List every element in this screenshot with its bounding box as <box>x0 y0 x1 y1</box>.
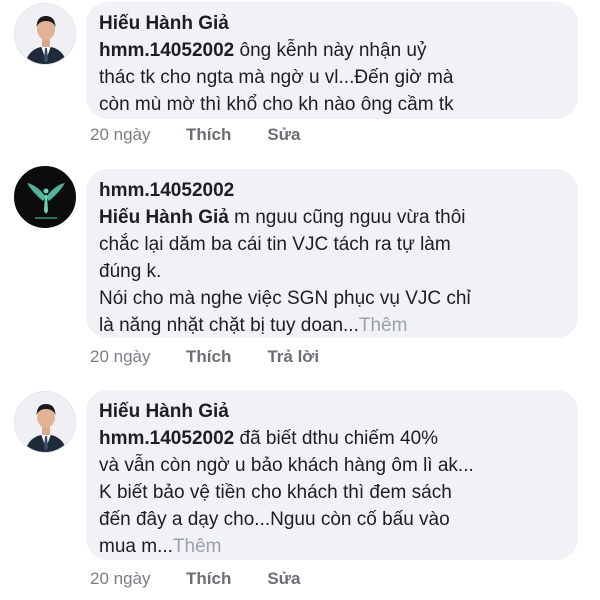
comment-text: Hiếu Hành Giả m nguu cũng nguu vừa thôi … <box>99 204 564 339</box>
comment-timestamp: 20 ngày <box>90 125 151 144</box>
comment-timestamp: 20 ngày <box>90 347 151 366</box>
comment-text-line: ông kễnh này nhận uỷ <box>234 40 427 61</box>
like-button[interactable]: Thích <box>186 569 231 589</box>
comment-text-line: còn mù mờ thì khổ cho kh nào ông cầm tk <box>99 94 454 115</box>
like-button[interactable]: Thích <box>186 347 231 367</box>
edit-button[interactable]: Sửa <box>267 125 300 145</box>
comment-text-line: mua m... <box>99 536 173 557</box>
see-more-link[interactable]: Thêm <box>173 536 222 557</box>
comment-text-line: và vẫn còn ngờ u bảo khách hàng ôm lì ak… <box>99 455 474 476</box>
avatar[interactable] <box>14 391 76 453</box>
avatar[interactable] <box>14 166 76 228</box>
see-more-link[interactable]: Thêm <box>359 315 408 336</box>
comment-bubble: hmm.14052002 Hiếu Hành Giả m nguu cũng n… <box>86 169 578 338</box>
comment-text: hmm.14052002 đã biết dthu chiếm 40% và v… <box>99 425 564 560</box>
comment-text-line: K biết bảo vệ tiền cho khách thì đem sác… <box>99 482 452 503</box>
mention-link[interactable]: hmm.14052002 <box>99 428 234 449</box>
comment-bubble: Hiếu Hành Giả hmm.14052002 đã biết dthu … <box>86 390 578 560</box>
avatar[interactable] <box>14 3 76 65</box>
comment-actions: 20 ngày Thích Sửa <box>90 569 336 589</box>
comment-author[interactable]: Hiếu Hành Giả <box>99 11 564 37</box>
comment-text-line: chắc lại dăm ba cái tin VJC tách ra tự l… <box>99 234 451 255</box>
comment-text-line: là năng nhặt chặt bị tuy doan... <box>99 315 359 336</box>
comment-actions: 20 ngày Thích Sửa <box>90 125 336 145</box>
comment-text-line: đúng k. <box>99 261 162 282</box>
mention-link[interactable]: hmm.14052002 <box>99 40 234 61</box>
comment-actions: 20 ngày Thích Trả lời <box>90 347 355 367</box>
reply-button[interactable]: Trả lời <box>267 347 319 367</box>
comment-bubble: Hiếu Hành Giả hmm.14052002 ông kễnh này … <box>86 2 578 119</box>
comment-author[interactable]: Hiếu Hành Giả <box>99 399 564 425</box>
like-button[interactable]: Thích <box>186 125 231 145</box>
person-avatar-icon <box>15 4 75 64</box>
comment-author[interactable]: hmm.14052002 <box>99 178 564 204</box>
comment-text-line: thác tk cho ngta mà ngờ u vl...Đến giờ m… <box>99 67 454 88</box>
comment-text-line: đến đây a dạy cho...Nguu còn cố bấu vào <box>99 509 450 530</box>
person-avatar-icon <box>15 392 75 452</box>
mention-link[interactable]: Hiếu Hành Giả <box>99 207 229 228</box>
comment-text-line: Nói cho mà nghe việc SGN phục vụ VJC chỉ <box>99 288 471 309</box>
comment-text-line: đã biết dthu chiếm 40% <box>234 428 439 449</box>
comment-text-line: m nguu cũng nguu vừa thôi <box>228 207 466 228</box>
comment-timestamp: 20 ngày <box>90 569 151 588</box>
edit-button[interactable]: Sửa <box>267 569 300 589</box>
wings-logo-avatar-icon <box>15 167 75 227</box>
comment-text: hmm.14052002 ông kễnh này nhận uỷ thác t… <box>99 37 564 118</box>
